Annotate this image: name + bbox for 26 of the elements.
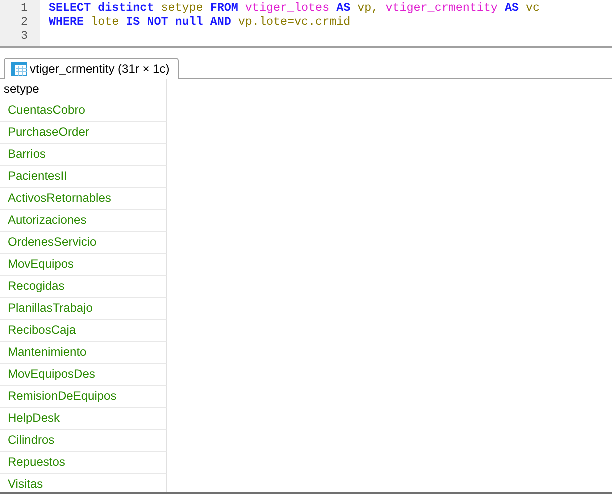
table-cell: Cilindros <box>0 430 167 452</box>
table-cell: PacientesII <box>0 166 167 188</box>
table-cell: RecibosCaja <box>0 320 167 342</box>
result-tab[interactable]: vtiger_crmentity (31r × 1c) <box>4 58 179 79</box>
line-number: 2 <box>20 15 29 29</box>
table-cell: MovEquiposDes <box>0 364 167 386</box>
table-cell: Autorizaciones <box>0 210 167 232</box>
table-cell: PurchaseOrder <box>0 122 167 144</box>
table-cell: Repuestos <box>0 452 167 474</box>
column-header[interactable]: setype <box>0 79 167 100</box>
table-cell: PlanillasTrabajo <box>0 298 167 320</box>
table-cell: Mantenimiento <box>0 342 167 364</box>
code-line[interactable]: SELECT distinct setype FROM vtiger_lotes AS vp, vtiger_crmentity AS vc <box>49 1 540 15</box>
table-cell: OrdenesServicio <box>0 232 167 254</box>
table-cell: MovEquipos <box>0 254 167 276</box>
table-cell: ActivosRetornables <box>0 188 167 210</box>
table-cell: HelpDesk <box>0 408 167 430</box>
table-cell: Visitas <box>0 474 167 492</box>
table-icon <box>11 62 27 76</box>
table-cell: Recogidas <box>0 276 167 298</box>
table-cell: Barrios <box>0 144 167 166</box>
line-number: 1 <box>20 1 29 15</box>
table-cell: CuentasCobro <box>0 100 167 122</box>
table-cell: RemisionDeEquipos <box>0 386 167 408</box>
code-line[interactable]: WHERE lote IS NOT null AND vp.lote=vc.crmid <box>49 15 540 29</box>
line-number: 3 <box>20 29 29 43</box>
